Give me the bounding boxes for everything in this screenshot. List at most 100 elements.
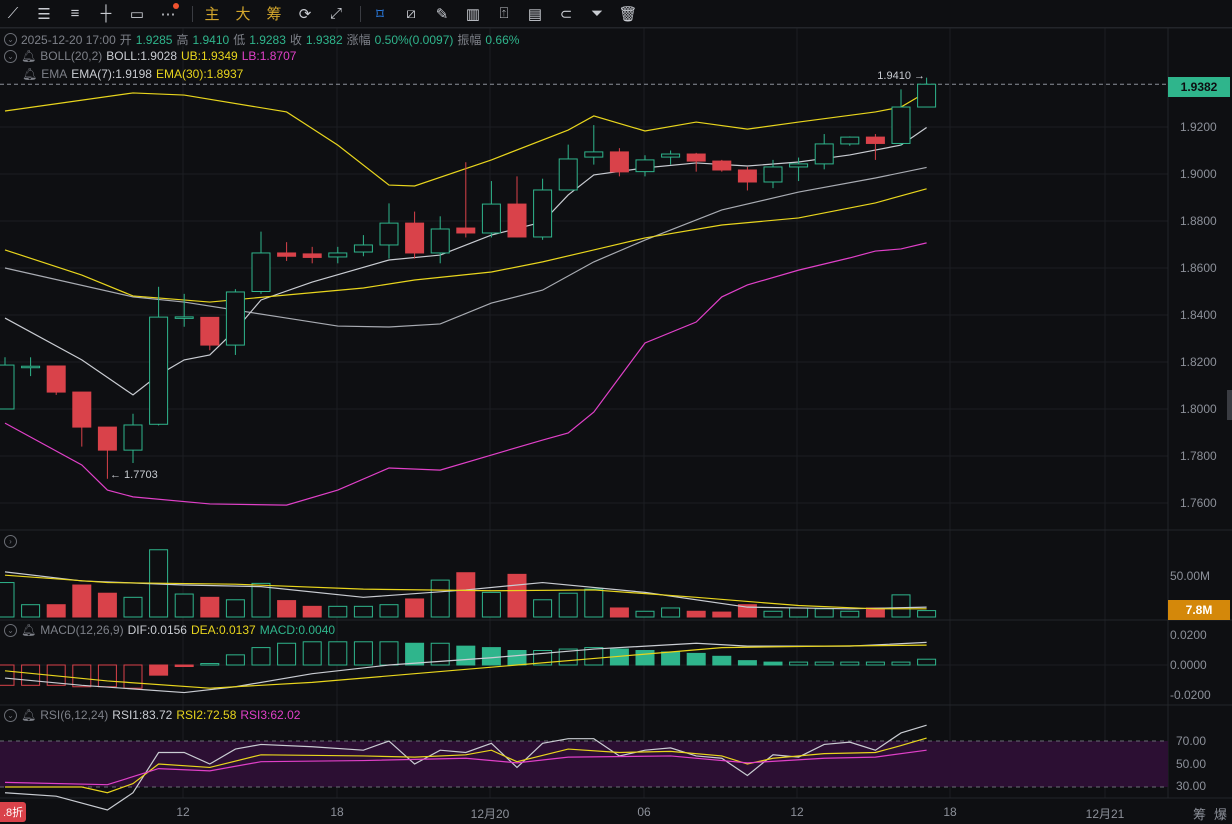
- boll-mid: BOLL:1.9028: [106, 49, 178, 63]
- candle-body: [0, 364, 15, 410]
- low-value: 1.9283: [249, 32, 286, 47]
- collapse-chevron-icon[interactable]: ⌄: [4, 33, 17, 46]
- macd-legend: ⌄ 🔔︎ MACD(12,26,9) DIF:0.0156 DEA:0.0137…: [4, 623, 335, 637]
- macd-bar: [481, 647, 501, 666]
- macd-bar: [174, 664, 194, 667]
- bell-icon[interactable]: 🔔︎: [21, 49, 36, 63]
- volume-bar: [0, 582, 15, 618]
- low-label: 低: [233, 33, 246, 47]
- open-label: 开: [119, 33, 132, 47]
- candle-body: [584, 151, 604, 158]
- candle-body: [72, 391, 92, 428]
- volume-bar: [533, 599, 553, 618]
- macd-dif: DIF:0.0156: [127, 623, 187, 637]
- macd-bar: [814, 661, 834, 666]
- macd-bar: [686, 652, 706, 666]
- candle-body: [533, 189, 553, 238]
- volume-bar: [72, 584, 92, 618]
- close-value: 1.9382: [305, 32, 343, 47]
- candle-body: [225, 291, 245, 346]
- macd-name[interactable]: MACD(12,26,9): [40, 623, 123, 637]
- price-axis-label: 1.8400: [1180, 308, 1217, 322]
- chip-button[interactable]: 筹: [1193, 804, 1206, 823]
- macd-axis-label: 0.0200: [1170, 628, 1207, 642]
- bell-icon[interactable]: 🔔︎: [21, 708, 36, 722]
- expand-chevron-icon[interactable]: ›: [4, 535, 17, 548]
- volume-bar: [789, 607, 809, 618]
- burst-button[interactable]: 爆: [1214, 804, 1227, 823]
- macd-bar: [405, 642, 425, 666]
- macd-bar: [712, 655, 732, 666]
- rsi-name[interactable]: RSI(6,12,24): [40, 708, 108, 722]
- candle-body: [174, 316, 194, 319]
- macd-bar: [200, 663, 220, 666]
- macd-bar: [865, 661, 885, 666]
- macd-bar: [123, 664, 143, 689]
- volume-bar: [635, 610, 655, 618]
- collapse-chevron-icon[interactable]: ⌄: [4, 49, 17, 63]
- candle-body: [558, 158, 578, 191]
- price-axis-label: 1.7600: [1180, 496, 1217, 510]
- candle-body: [635, 159, 655, 173]
- price-axis-label: 1.9200: [1180, 120, 1217, 134]
- volume-bar: [609, 607, 629, 618]
- rsi3-value: RSI3:62.02: [240, 708, 301, 722]
- bell-icon[interactable]: 🔔︎: [22, 67, 37, 81]
- candle-body: [430, 228, 450, 254]
- volume-bar: [891, 594, 911, 618]
- macd-bar: [353, 641, 373, 666]
- price-axis-label: 1.8000: [1180, 402, 1217, 416]
- collapse-chevron-icon[interactable]: ⌄: [4, 708, 17, 722]
- boll-name[interactable]: BOLL(20,2): [40, 49, 102, 63]
- macd-bar: [789, 661, 809, 666]
- macd-axis-label: -0.0200: [1170, 688, 1211, 702]
- volume-bar: [277, 600, 297, 618]
- discount-badge[interactable]: .8折: [0, 802, 27, 822]
- macd-bar: [763, 661, 783, 666]
- x-axis-label: 18: [943, 805, 957, 819]
- rsi-axis-label: 70.00: [1176, 734, 1207, 748]
- volume-bar: [686, 610, 706, 618]
- current-volume-tag: 7.8M: [1168, 600, 1230, 620]
- candle-body: [405, 222, 425, 254]
- low-marker: ← 1.7703: [110, 469, 158, 481]
- x-axis-label: 12月21: [1085, 807, 1125, 821]
- collapse-chevron-icon[interactable]: ⌄: [4, 623, 17, 637]
- macd-bar: [840, 661, 860, 666]
- candle-body: [302, 253, 322, 258]
- x-axis-label: 18: [330, 805, 344, 819]
- candle-body: [712, 160, 732, 171]
- macd-bar: [21, 664, 41, 686]
- macd-axis-label: 0.0000: [1170, 658, 1207, 672]
- volume-bar: [97, 592, 117, 618]
- bell-icon[interactable]: 🔔︎: [21, 623, 36, 637]
- volume-bar: [917, 610, 937, 618]
- open-value: 1.9285: [135, 32, 173, 47]
- volume-bar: [225, 599, 245, 618]
- current-price-tag: 1.9382: [1168, 77, 1230, 97]
- candle-body: [277, 252, 297, 257]
- volume-bar: [21, 604, 41, 618]
- macd-bar: [635, 650, 655, 666]
- candle-body: [891, 106, 911, 144]
- macd-bar: [328, 641, 348, 666]
- volume-bar: [558, 592, 578, 618]
- candle-body: [353, 244, 373, 253]
- macd-bar: [302, 641, 322, 666]
- volume-bar: [481, 591, 501, 618]
- candle-body: [763, 166, 783, 183]
- kline-chart[interactable]: [0, 0, 1232, 824]
- bar-time: 2025-12-20 17:00: [21, 32, 116, 47]
- price-axis-label: 1.8600: [1180, 261, 1217, 275]
- price-axis-label: 1.8800: [1180, 214, 1217, 228]
- candle-body: [123, 424, 143, 451]
- boll-ub: UB:1.9349: [181, 49, 238, 63]
- ema-name[interactable]: EMA: [41, 67, 67, 81]
- boll-legend: ⌄ 🔔︎ BOLL(20,2) BOLL:1.9028 UB:1.9349 LB…: [4, 49, 296, 63]
- side-panel-handle[interactable]: [1227, 390, 1232, 420]
- macd-value: MACD:0.0040: [259, 623, 336, 637]
- macd-bar: [251, 647, 271, 666]
- rsi-axis-label: 30.00: [1176, 779, 1207, 793]
- macd-bar: [891, 661, 911, 666]
- boll-lb: LB:1.8707: [241, 49, 297, 63]
